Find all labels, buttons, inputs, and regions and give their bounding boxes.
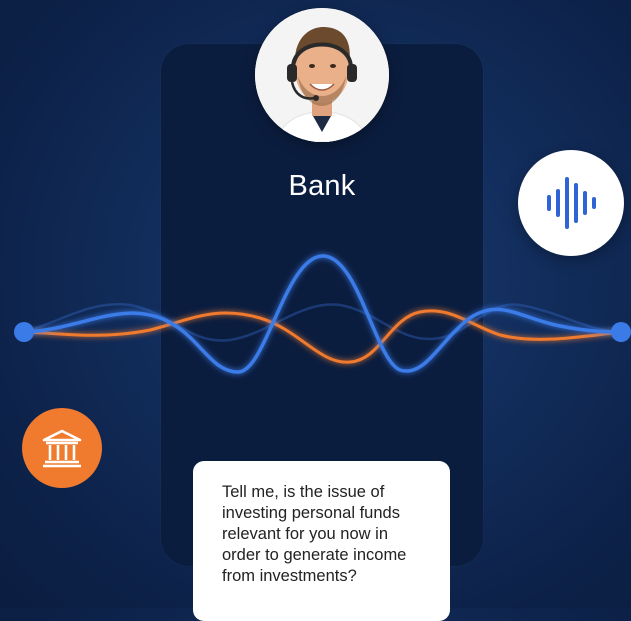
operator-avatar-image — [255, 8, 389, 142]
bank-building-icon — [42, 429, 82, 468]
bank-button[interactable] — [22, 408, 102, 488]
wave-endpoint-right — [611, 322, 631, 342]
chat-message-text: Tell me, is the issue of investing perso… — [222, 483, 407, 585]
voice-waveform-icon — [547, 177, 596, 229]
caller-avatar — [255, 8, 389, 142]
voice-button[interactable] — [518, 150, 624, 256]
caller-name: Bank — [288, 170, 356, 202]
chat-message-bubble: Tell me, is the issue of investing perso… — [193, 461, 450, 621]
wave-endpoint-left — [14, 322, 34, 342]
